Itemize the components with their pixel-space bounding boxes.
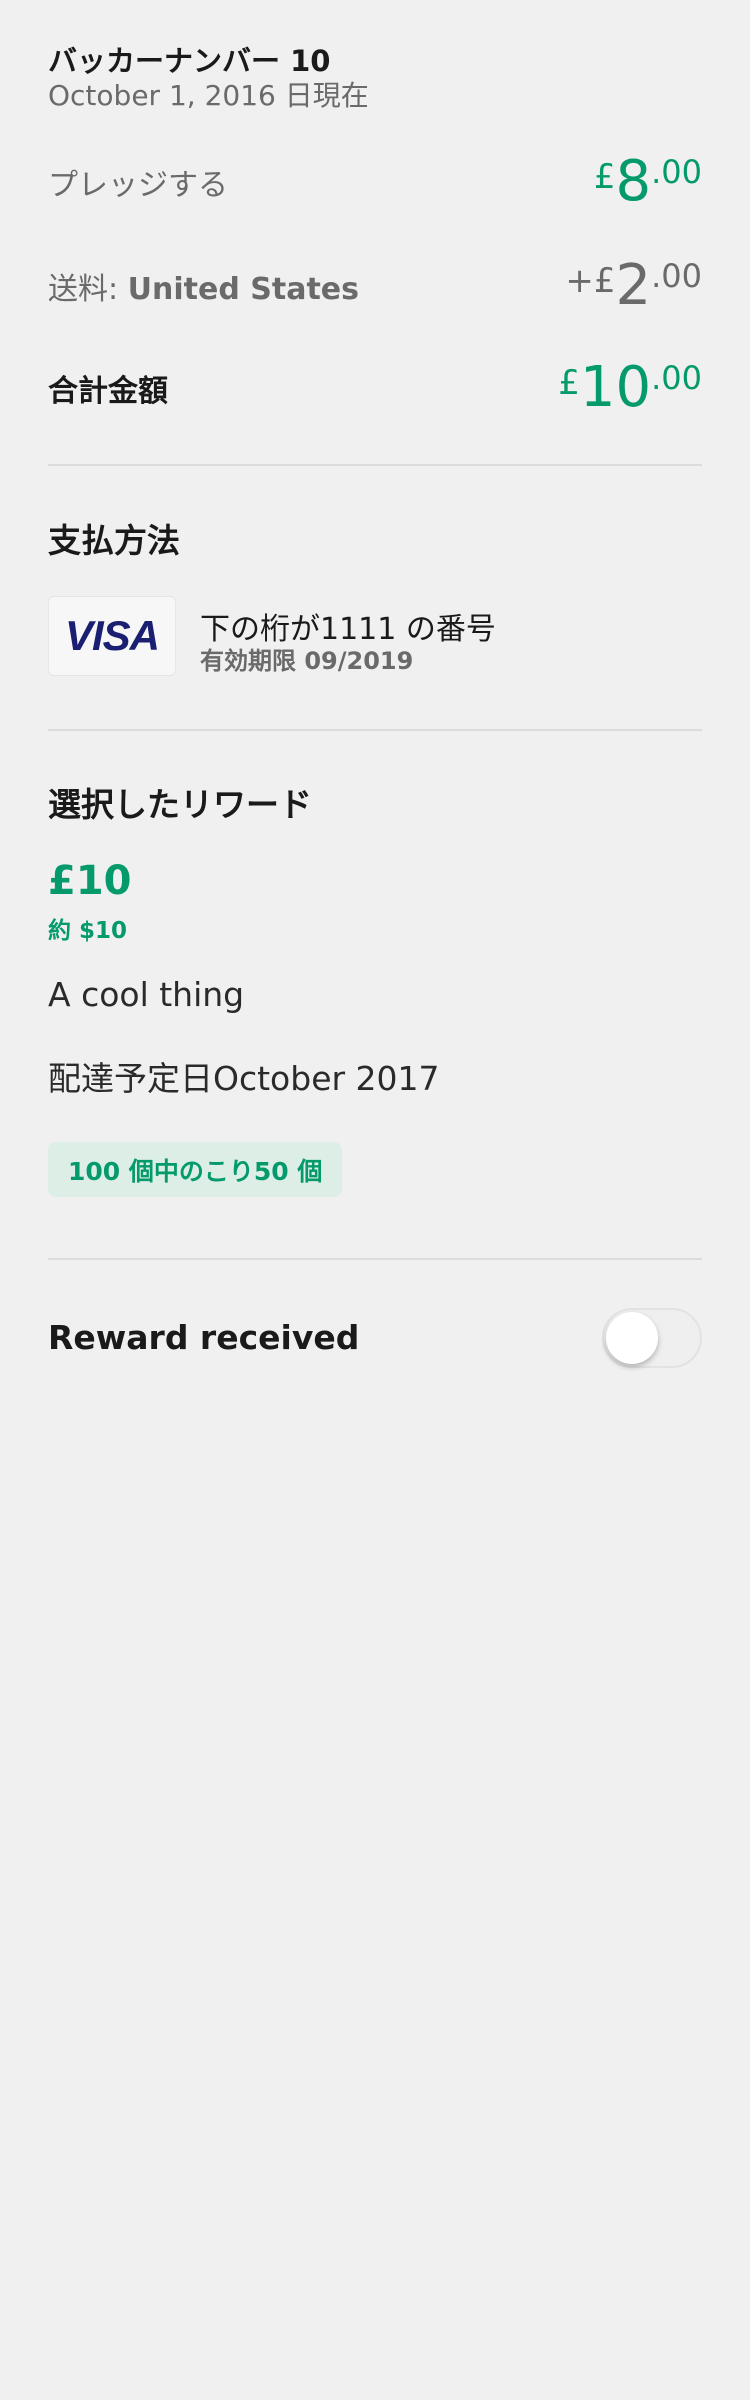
shipping-row: 送料: United States +£ 2 .00 bbox=[48, 258, 702, 314]
reward-received-toggle[interactable] bbox=[602, 1308, 702, 1368]
reward-approx-amount: 約 $10 bbox=[48, 918, 128, 944]
pledge-details-page: バッカーナンバー 10 October 1, 2016 日現在 プレッジする £… bbox=[0, 0, 750, 2400]
shipping-label: 送料: United States bbox=[48, 264, 359, 308]
total-label: 合計金額 bbox=[48, 374, 168, 409]
total-whole: 10 bbox=[579, 355, 652, 420]
shipping-destination: United States bbox=[127, 272, 359, 307]
visa-card-icon: VISA bbox=[48, 596, 176, 676]
pledge-label: プレッジする bbox=[48, 168, 228, 203]
card-expiry-text: 有効期限 09/2019 bbox=[200, 647, 414, 675]
card-brand-logo: VISA bbox=[64, 612, 160, 659]
pledge-whole: 8 bbox=[615, 149, 652, 214]
as-of-date: October 1, 2016 日現在 bbox=[48, 79, 369, 112]
pledge-currency: £ bbox=[593, 157, 616, 197]
remaining-badge: 100 個中のこり50 個 bbox=[48, 1142, 343, 1197]
shipping-whole: 2 bbox=[615, 253, 652, 318]
shipping-cents: .00 bbox=[651, 257, 702, 295]
pledge-cents: .00 bbox=[651, 153, 702, 191]
payment-section-title: 支払方法 bbox=[48, 521, 180, 560]
reward-amount: £10 bbox=[48, 858, 132, 904]
shipping-amount: +£ 2 .00 bbox=[565, 258, 702, 314]
reward-delivery-date: 配達予定日October 2017 bbox=[48, 1059, 440, 1098]
total-cents: .00 bbox=[651, 359, 702, 397]
total-row: 合計金額 £ 10 .00 bbox=[48, 360, 702, 416]
reward-name: A cool thing bbox=[48, 975, 245, 1014]
pledge-row: プレッジする £ 8 .00 bbox=[48, 154, 702, 210]
reward-received-label: Reward received bbox=[48, 1318, 360, 1357]
total-amount: £ 10 .00 bbox=[558, 360, 702, 416]
divider bbox=[48, 464, 702, 466]
toggle-knob[interactable] bbox=[606, 1312, 658, 1364]
total-currency: £ bbox=[558, 363, 580, 403]
reward-section-title: 選択したリワード bbox=[48, 785, 312, 824]
pledge-amount: £ 8 .00 bbox=[594, 154, 702, 210]
shipping-prefix: +£ bbox=[565, 261, 616, 301]
divider bbox=[48, 729, 702, 731]
shipping-label-text: 送料: bbox=[48, 272, 119, 307]
divider bbox=[48, 1258, 702, 1260]
